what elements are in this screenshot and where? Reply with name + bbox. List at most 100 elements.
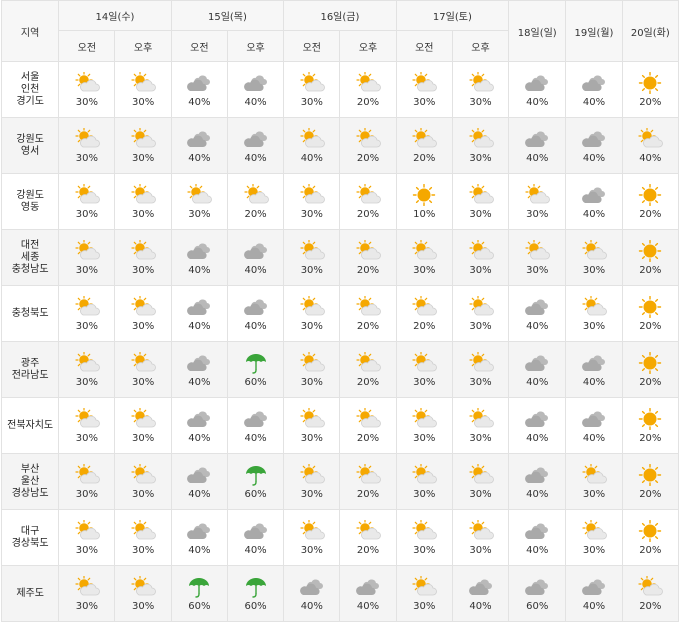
forecast-cell: 20% <box>621 229 680 286</box>
partly-cloudy-icon <box>130 295 156 318</box>
cloudy-icon <box>581 352 607 374</box>
sunny-icon <box>637 407 663 430</box>
pm-header: 오후 <box>114 30 172 62</box>
partly-cloudy-icon <box>299 407 325 430</box>
cloudy-icon <box>186 296 212 318</box>
forecast-cell: 30% <box>114 173 172 230</box>
region-cell: 제주도 <box>0 565 60 622</box>
precip-probability: 20% <box>413 152 436 164</box>
precip-probability: 40% <box>244 96 267 108</box>
region-name: 충청남도 <box>11 263 49 275</box>
day-header: 20일(화) <box>621 0 680 62</box>
forecast-cell: 20% <box>621 397 680 454</box>
precip-probability: 20% <box>639 600 662 612</box>
precip-probability: 40% <box>526 152 549 164</box>
day-header: 18일(일) <box>508 0 567 62</box>
precip-probability: 20% <box>639 264 662 276</box>
forecast-cell: 20% <box>621 565 680 622</box>
precip-probability: 40% <box>188 96 211 108</box>
rain-umbrella-icon <box>186 576 212 598</box>
precip-probability: 20% <box>356 152 380 164</box>
precip-probability: 40% <box>244 320 267 332</box>
partly-cloudy-icon <box>74 239 100 262</box>
precip-probability: 30% <box>469 376 492 388</box>
partly-cloudy-icon <box>299 519 325 542</box>
partly-cloudy-icon <box>411 463 438 486</box>
day-header: 14일(수) <box>58 0 172 31</box>
forecast-cell: 30% <box>508 173 567 230</box>
precip-probability: 40% <box>526 320 549 332</box>
precip-probability: 30% <box>469 432 492 444</box>
forecast-cell: 40% <box>508 397 567 454</box>
precip-probability: 40% <box>188 488 211 500</box>
partly-cloudy-icon <box>468 127 494 150</box>
region-name: 대구 <box>20 525 40 537</box>
sunny-icon <box>637 519 663 542</box>
precip-probability: 30% <box>300 432 323 444</box>
precip-probability: 30% <box>413 96 436 108</box>
partly-cloudy-icon <box>130 183 156 206</box>
header-row-days: 지역 14일(수) 15일(목) 16일(금) 17일(토) 18일(일) 19… <box>0 0 680 62</box>
rain-umbrella-icon <box>243 464 269 486</box>
precip-probability: 40% <box>244 152 267 164</box>
cloudy-icon <box>355 576 381 598</box>
precip-probability: 40% <box>526 488 549 500</box>
forecast-cell: 30% <box>114 565 172 622</box>
forecast-cell: 30% <box>58 117 116 174</box>
forecast-cell: 30% <box>283 509 341 566</box>
partly-cloudy-icon <box>130 127 156 150</box>
region-name: 세종 <box>20 251 40 263</box>
am-header: 오전 <box>395 30 453 62</box>
forecast-cell: 40% <box>226 117 285 174</box>
precip-probability: 30% <box>469 96 492 108</box>
partly-cloudy-icon <box>468 183 494 206</box>
precip-probability: 30% <box>75 600 98 612</box>
forecast-cell: 30% <box>565 453 623 510</box>
rain-umbrella-icon <box>243 352 269 374</box>
table-row: 대전 세종 충청남도 30% 30% 40% 40% 30% 20% 30% 3… <box>0 229 680 286</box>
partly-cloudy-icon <box>468 407 494 430</box>
precip-probability: 30% <box>300 208 323 220</box>
region-name: 경상북도 <box>11 537 49 549</box>
forecast-cell: 30% <box>395 341 453 398</box>
forecast-cell: 30% <box>114 61 172 118</box>
cloudy-icon <box>581 576 607 598</box>
partly-cloudy-icon <box>468 463 494 486</box>
cloudy-icon <box>243 296 269 318</box>
cloudy-icon <box>186 240 212 262</box>
forecast-cell: 30% <box>395 565 453 622</box>
partly-cloudy-icon <box>468 519 494 542</box>
region-cell: 부산 울산 경상남도 <box>0 453 60 510</box>
cloudy-icon <box>524 72 550 94</box>
region-cell: 전북자치도 <box>0 397 60 454</box>
precip-probability: 40% <box>582 152 606 164</box>
forecast-cell: 20% <box>226 173 285 230</box>
sunny-icon <box>637 239 663 262</box>
cloudy-icon <box>524 128 550 150</box>
cloudy-icon <box>468 576 494 598</box>
forecast-cell: 40% <box>508 509 567 566</box>
sunny-icon <box>637 71 663 94</box>
forecast-cell: 30% <box>114 341 172 398</box>
partly-cloudy-icon <box>581 295 607 318</box>
forecast-cell: 40% <box>508 285 567 342</box>
precip-probability: 30% <box>300 264 323 276</box>
cloudy-icon <box>524 408 550 430</box>
region-name: 광주 <box>20 357 40 369</box>
forecast-cell: 30% <box>114 285 172 342</box>
precip-probability: 20% <box>639 320 662 332</box>
partly-cloudy-icon <box>355 71 381 94</box>
precip-probability: 30% <box>300 376 323 388</box>
table-row: 강원도 영서 30% 30% 40% 40% 40% 20% 20% 30% 4… <box>0 117 680 174</box>
sunny-icon <box>637 351 663 374</box>
partly-cloudy-icon <box>355 407 381 430</box>
precip-probability: 30% <box>413 376 436 388</box>
region-cell: 충청북도 <box>0 285 60 342</box>
region-name: 경상남도 <box>11 487 49 499</box>
precip-probability: 40% <box>582 600 606 612</box>
partly-cloudy-icon <box>130 71 156 94</box>
partly-cloudy-icon <box>411 407 438 430</box>
precip-probability: 40% <box>582 208 606 220</box>
partly-cloudy-icon <box>581 463 607 486</box>
precip-probability: 20% <box>639 432 662 444</box>
